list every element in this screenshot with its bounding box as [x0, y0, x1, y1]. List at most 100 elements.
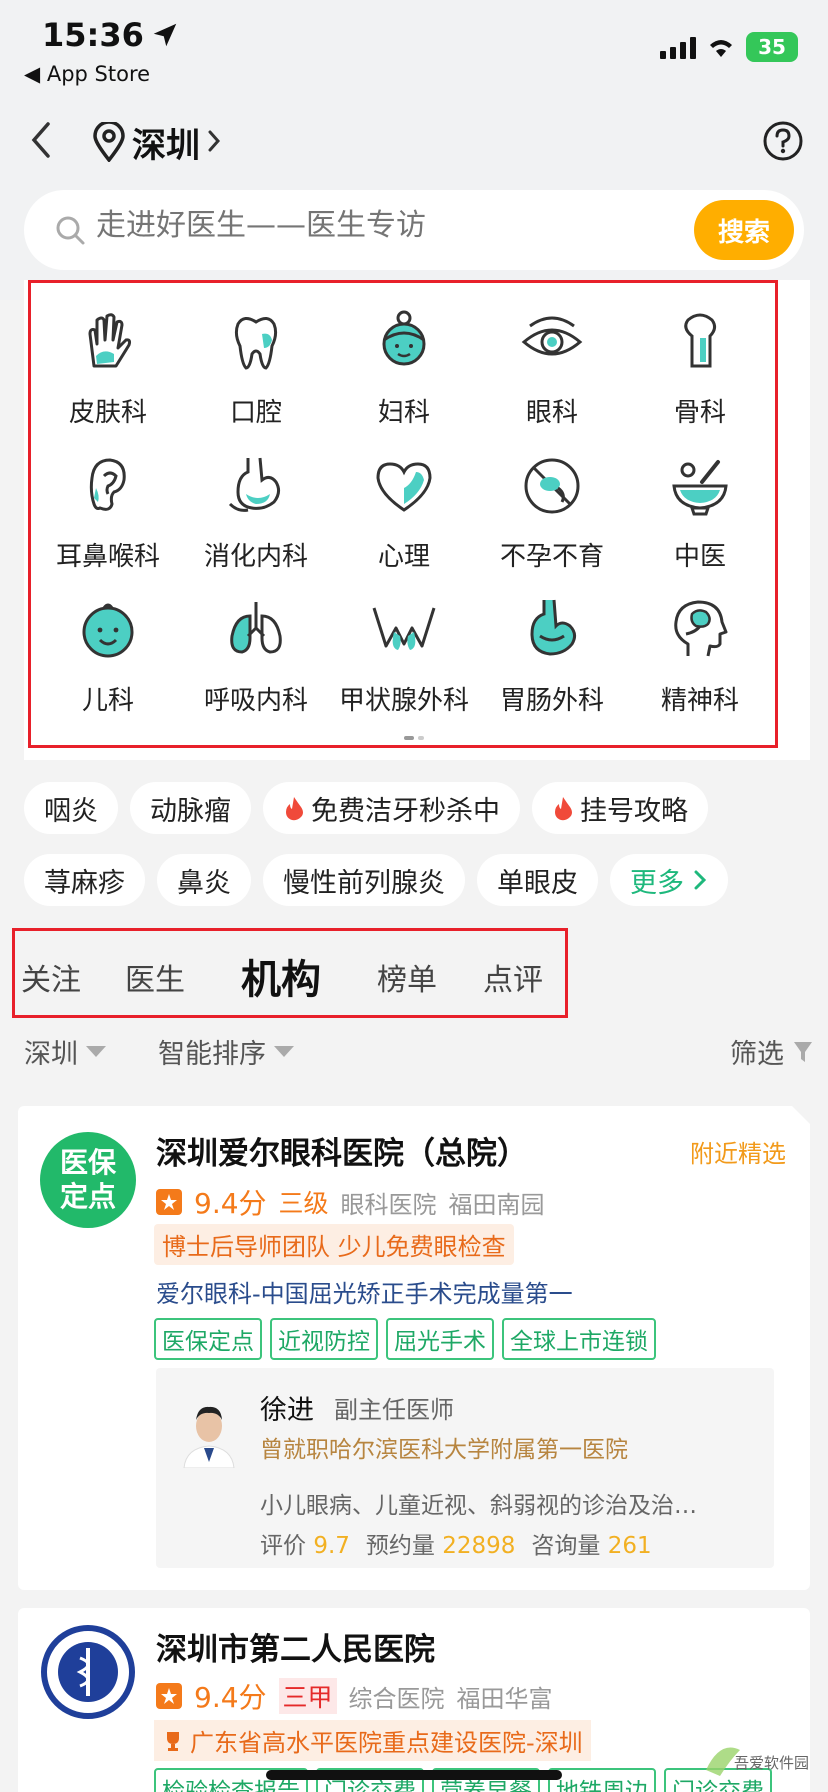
- tag-item[interactable]: 动脉瘤: [130, 782, 251, 834]
- dept-infertility[interactable]: 不孕不育: [478, 440, 626, 584]
- filter-label: 深圳: [24, 1039, 78, 1070]
- consult-count: 261: [607, 1533, 652, 1559]
- hospital-type: 眼科医院: [340, 1190, 437, 1219]
- tag-item[interactable]: 免费洁牙秒杀中: [263, 782, 520, 834]
- hospital-level: 三级: [278, 1189, 329, 1218]
- baby-face-icon: [82, 603, 134, 658]
- home-indicator[interactable]: [266, 1770, 562, 1780]
- filter-sort[interactable]: 智能排序: [158, 1032, 294, 1071]
- dept-respiratory[interactable]: 呼吸内科: [182, 584, 330, 728]
- tag-label: 动脉瘤: [150, 795, 231, 827]
- feature-tag: 屈光手术: [386, 1318, 494, 1360]
- feature-tag: 地铁周边: [548, 1768, 656, 1792]
- dept-label: 不孕不育: [499, 542, 604, 572]
- hospital-level: 三甲: [278, 1678, 337, 1714]
- tag-label: 荨麻疹: [44, 867, 125, 899]
- tag-item[interactable]: 单眼皮: [477, 854, 598, 906]
- tag-item[interactable]: 咽炎: [24, 782, 118, 834]
- heart-icon: [376, 462, 432, 512]
- dept-label: 甲状腺外科: [338, 686, 469, 716]
- search-bar[interactable]: 搜索: [24, 190, 804, 270]
- location-arrow-icon: [153, 23, 177, 47]
- dept-label: 眼科: [525, 398, 578, 428]
- hospital-area: 福田华富: [456, 1684, 553, 1713]
- filter-bar: 深圳 智能排序 筛选: [24, 1030, 814, 1074]
- tag-item[interactable]: 鼻炎: [157, 854, 251, 906]
- tab-institutions[interactable]: 机构: [241, 947, 321, 1005]
- medical-insurance-logo: 医保 定点: [40, 1132, 136, 1228]
- feature-tag: 全球上市连锁: [502, 1318, 656, 1360]
- tag-item[interactable]: 挂号攻略: [532, 782, 708, 834]
- content-tabs: 关注 医生 机构 榜单 点评: [12, 928, 568, 1018]
- battery-icon: 35: [746, 32, 798, 62]
- no-fertility-icon: [524, 458, 580, 514]
- hot-tags: 咽炎 动脉瘤 免费洁牙秒杀中 挂号攻略 荨麻疹 鼻炎 慢性前列腺炎 单眼皮 更多: [24, 782, 814, 926]
- dept-dermatology[interactable]: 皮肤科: [34, 296, 182, 440]
- help-icon[interactable]: [762, 120, 804, 162]
- hospital-card[interactable]: 深圳市第二人民医院 9.4分 三甲 综合医院 福田华富 广东省高水平医院重点建设…: [18, 1608, 810, 1792]
- search-input[interactable]: [96, 208, 616, 243]
- tag-label: 挂号攻略: [580, 795, 688, 827]
- dept-ophthalmology[interactable]: 眼科: [478, 296, 626, 440]
- dept-label: 皮肤科: [68, 398, 147, 428]
- tooth-icon: [234, 317, 278, 370]
- status-time: 15:36: [42, 16, 144, 54]
- promo-banner: 博士后导师团队 少儿免费眼检查: [154, 1224, 514, 1265]
- doctor-history: 曾就职哈尔滨医科大学附属第一医院: [260, 1437, 628, 1463]
- score: 9.4分: [194, 1681, 267, 1714]
- dept-pediatrics[interactable]: 儿科: [34, 584, 182, 728]
- status-indicators: 35: [660, 32, 798, 62]
- funnel-icon: [794, 1041, 812, 1062]
- dept-tcm[interactable]: 中医: [626, 440, 774, 584]
- tag-item[interactable]: 慢性前列腺炎: [263, 854, 465, 906]
- tag-item[interactable]: 荨麻疹: [24, 854, 145, 906]
- tab-rankings[interactable]: 榜单: [377, 955, 437, 999]
- search-button[interactable]: 搜索: [694, 200, 794, 260]
- dept-psychiatry[interactable]: 精神科: [626, 584, 774, 728]
- more-tags-button[interactable]: 更多: [610, 854, 728, 906]
- card-corner: [792, 1106, 810, 1124]
- dept-orthopedics[interactable]: 骨科: [626, 296, 774, 440]
- hospital-area: 福田南园: [448, 1190, 545, 1219]
- featured-doctor[interactable]: 徐进 副主任医师 曾就职哈尔滨医科大学附属第一医院 小儿眼病、儿童近视、斜弱视的…: [156, 1368, 774, 1568]
- doctor-name: 徐进: [260, 1395, 314, 1426]
- dept-label: 呼吸内科: [203, 686, 308, 716]
- hospital-card[interactable]: 医保 定点 深圳爱尔眼科医院（总院） 附近精选 9.4分 三级 眼科医院 福田南园…: [18, 1106, 810, 1590]
- honor-text: 广东省高水平医院重点建设医院-深圳: [190, 1729, 583, 1757]
- dept-psychology[interactable]: 心理: [330, 440, 478, 584]
- hospital-slogan: 爱尔眼科-中国屈光矫正手术完成量第一: [156, 1280, 573, 1308]
- dept-label: 中医: [673, 542, 726, 572]
- dept-label: 胃肠外科: [499, 686, 604, 716]
- tab-reviews[interactable]: 点评: [483, 955, 543, 999]
- appointment-count: 22898: [442, 1533, 516, 1559]
- search-icon: [56, 216, 85, 245]
- dept-gynecology[interactable]: 妇科: [330, 296, 478, 440]
- hospital-type: 综合医院: [348, 1684, 445, 1713]
- filter-label: 筛选: [730, 1039, 784, 1070]
- ear-icon: [89, 458, 126, 511]
- woman-face-icon: [382, 310, 426, 366]
- tab-doctors[interactable]: 医生: [125, 955, 185, 999]
- dept-gastrointestinal-surgery[interactable]: 胃肠外科: [478, 584, 626, 728]
- hospital-emblem-logo: [41, 1625, 135, 1719]
- stomach-icon: [228, 457, 281, 512]
- dept-thyroid-surgery[interactable]: 甲状腺外科: [330, 584, 478, 728]
- lungs-icon: [230, 602, 282, 654]
- back-chevron-icon[interactable]: [26, 118, 56, 162]
- tab-follow[interactable]: 关注: [21, 955, 81, 999]
- hand-icon: [88, 313, 132, 368]
- city-selector[interactable]: 深圳: [132, 118, 200, 167]
- dept-label: 心理: [377, 542, 430, 572]
- honor-badge: 广东省高水平医院重点建设医院-深圳: [154, 1720, 591, 1761]
- filter-button[interactable]: 筛选: [730, 1032, 814, 1071]
- dept-ent[interactable]: 耳鼻喉科: [34, 440, 182, 584]
- star-icon: [156, 1189, 182, 1215]
- score: 9.4分: [194, 1187, 267, 1220]
- dept-stomatology[interactable]: 口腔: [182, 296, 330, 440]
- filter-city[interactable]: 深圳: [24, 1032, 106, 1071]
- department-grid: 皮肤科 口腔 妇科 眼科 骨科 耳鼻喉科 消化内科 心理 不孕不育 中医 儿科: [34, 296, 774, 728]
- chevron-right-icon[interactable]: [204, 126, 224, 156]
- dept-gastroenterology[interactable]: 消化内科: [182, 440, 330, 584]
- back-to-app-store[interactable]: ◀ App Store: [24, 62, 150, 86]
- doctor-rating: 9.7: [313, 1533, 350, 1559]
